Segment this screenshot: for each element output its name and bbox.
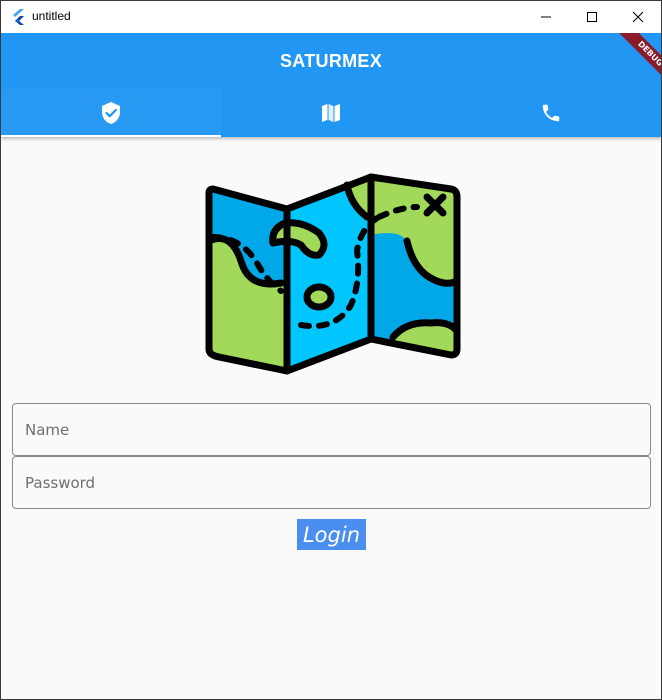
tab-phone[interactable] [441,89,661,137]
close-button[interactable] [615,1,661,33]
name-field-container [12,403,651,456]
login-button[interactable]: Login [297,519,366,550]
app-bar: SATURMEX [1,33,661,137]
name-input[interactable] [13,404,650,455]
tab-bar [1,89,661,137]
maximize-icon [587,12,597,22]
close-icon [632,11,644,23]
tab-security[interactable] [1,89,221,137]
treasure-map-illustration [205,173,461,375]
app-window: untitled SATURMEX DEBUG Name Login [0,0,662,700]
map-icon [322,104,340,122]
maximize-button[interactable] [569,1,615,33]
debug-banner-label: DEBUG [613,33,661,91]
window-title: untitled [32,9,71,23]
flutter-logo-icon [13,9,24,25]
app-title: SATURMEX [279,51,383,71]
password-field-container [12,456,651,509]
password-input[interactable] [13,457,650,508]
window-titlebar[interactable]: untitled [1,1,661,33]
shield-check-icon [102,102,120,124]
phone-icon [542,104,560,122]
tab-map[interactable] [221,89,441,137]
minimize-icon [541,16,551,18]
debug-banner: DEBUG [603,33,661,91]
minimize-button[interactable] [523,1,569,33]
